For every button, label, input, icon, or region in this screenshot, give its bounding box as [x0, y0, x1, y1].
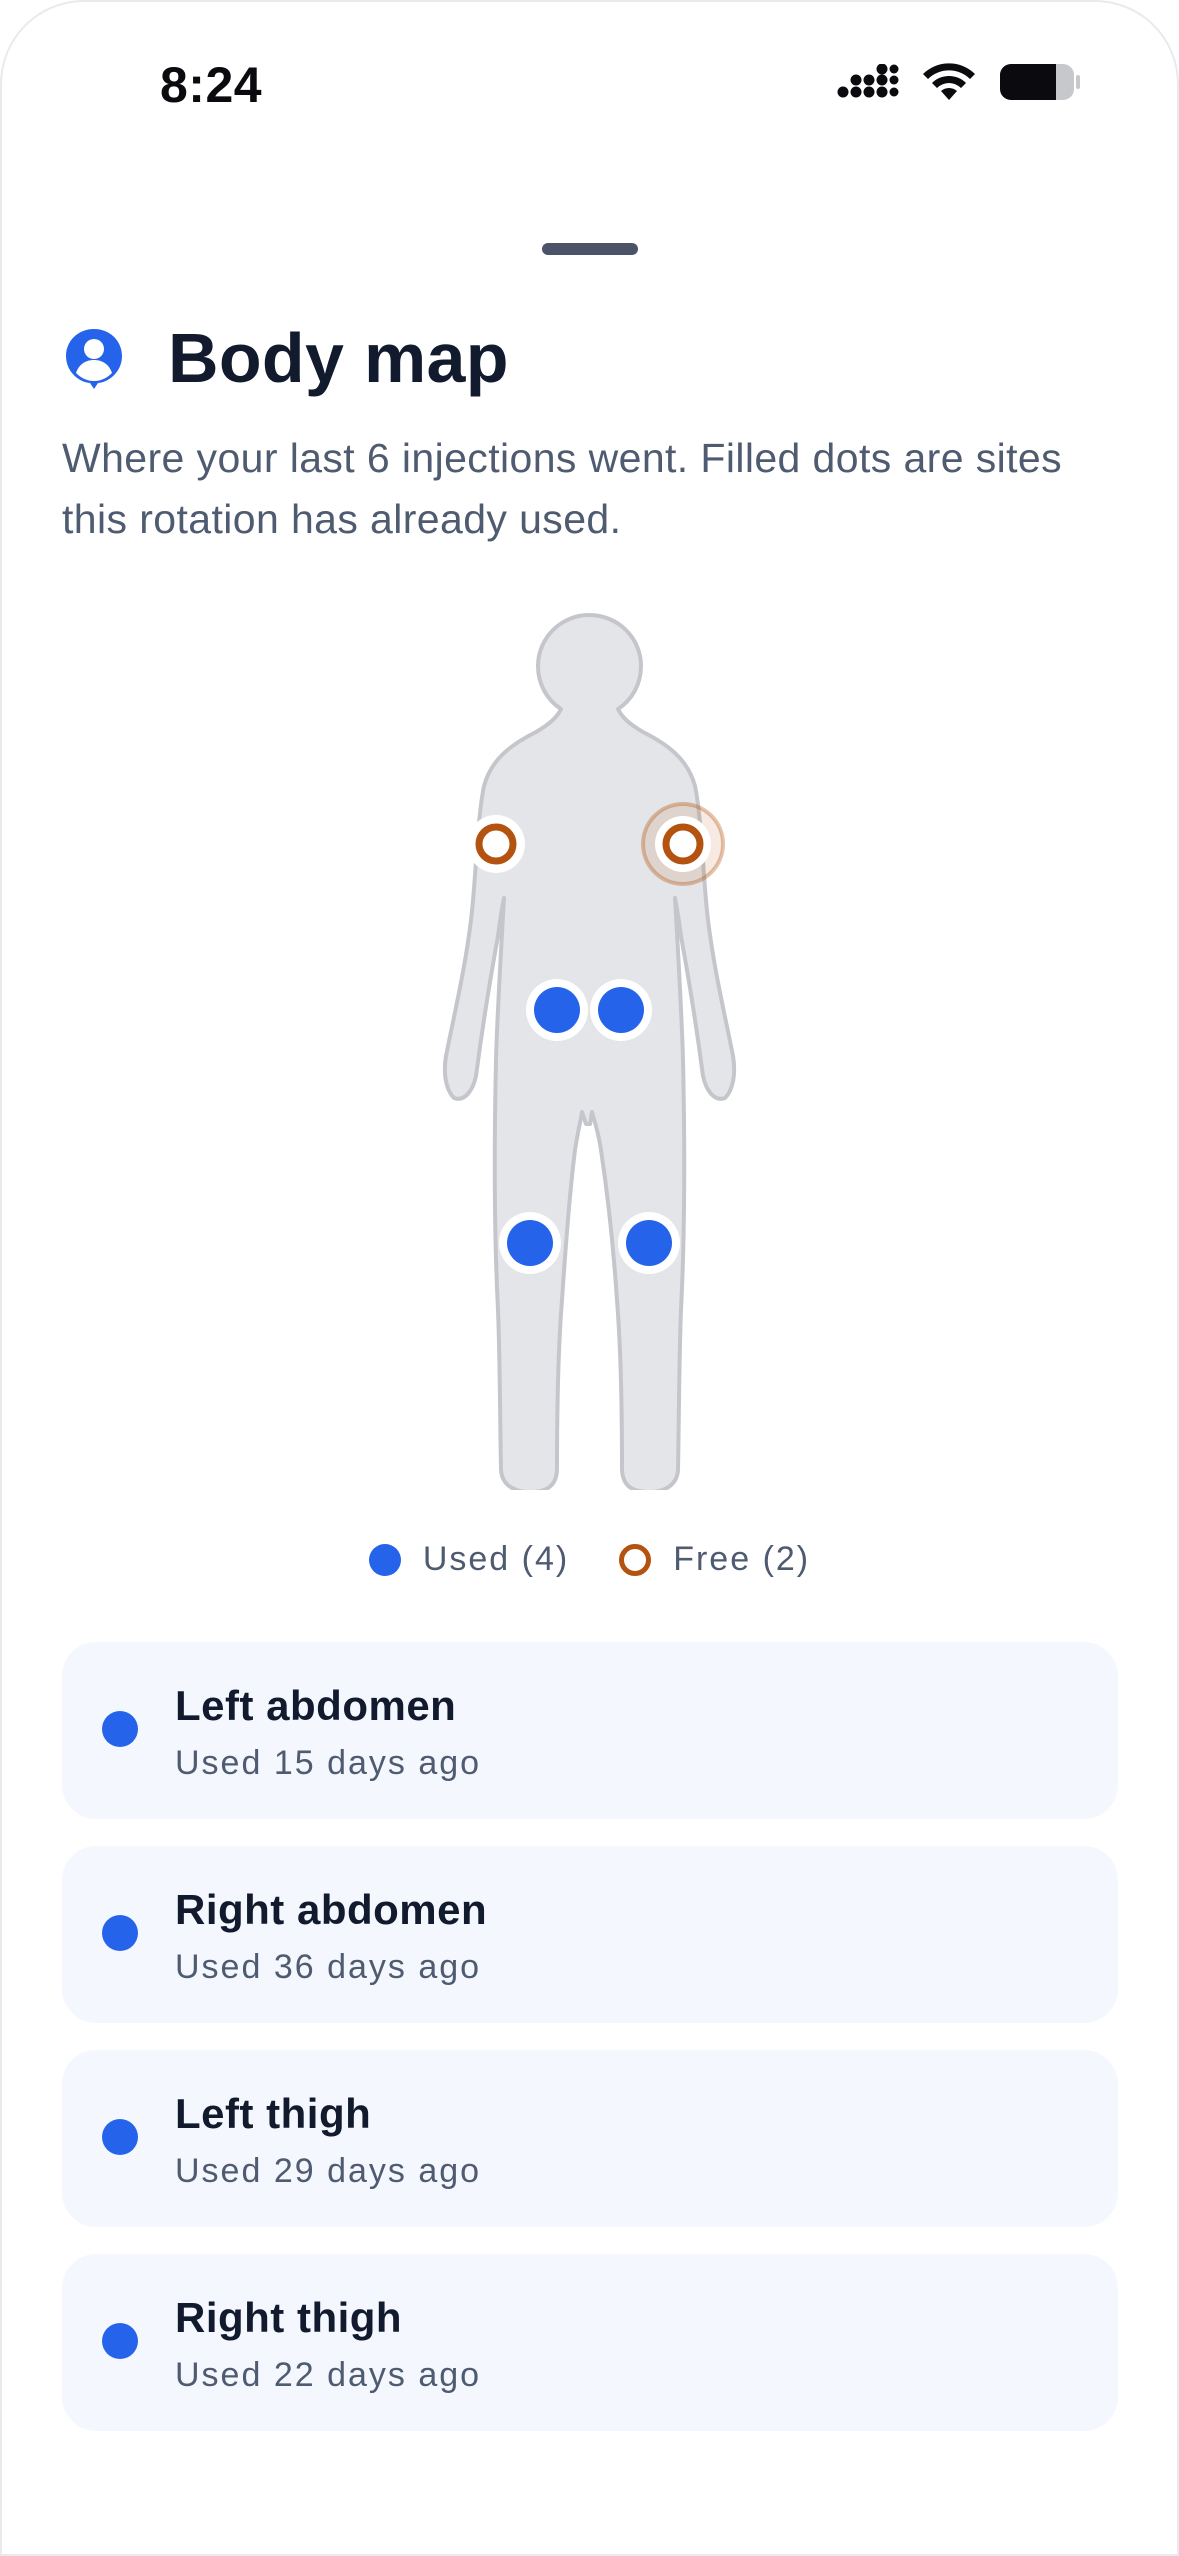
- site-marker-left-abdomen[interactable]: [526, 979, 588, 1041]
- body-map-sheet: 8:24 Body map Where your last 6 injectio…: [0, 0, 1179, 2556]
- site-card-left-abdomen[interactable]: Left abdomen Used 15 days ago: [62, 1642, 1118, 1819]
- site-last-used: Used 15 days ago: [175, 1744, 482, 1782]
- legend: Used (4) Free (2): [0, 1540, 1179, 1579]
- wifi-icon: [923, 63, 975, 100]
- used-dot-icon: [102, 2119, 138, 2155]
- status-bar: 8:24: [0, 0, 1179, 170]
- site-marker-right-abdomen[interactable]: [590, 979, 652, 1041]
- site-name: Left abdomen: [175, 1682, 457, 1729]
- body-map: [0, 590, 1179, 1490]
- used-dot-icon: [368, 1543, 401, 1576]
- site-marker-left-arm[interactable]: [467, 815, 525, 873]
- person-pin-icon: [66, 329, 122, 389]
- site-name: Right thigh: [175, 2294, 403, 2341]
- site-list: Left abdomen Used 15 days ago Right abdo…: [62, 1642, 1118, 2431]
- legend-used: Used (4): [368, 1540, 570, 1579]
- site-marker-left-thigh[interactable]: [499, 1212, 561, 1274]
- page-subtitle: Where your last 6 injections went. Fille…: [62, 435, 1062, 542]
- header: Body map: [62, 318, 509, 398]
- free-ring-icon: [619, 1543, 652, 1576]
- legend-used-label: Used (4): [422, 1540, 570, 1578]
- status-time: 8:24: [160, 57, 263, 113]
- sheet-grabber[interactable]: [542, 243, 638, 255]
- cellular-signal-icon: [837, 64, 899, 98]
- used-dot-icon: [102, 1915, 138, 1951]
- site-card-right-thigh[interactable]: Right thigh Used 22 days ago: [62, 2254, 1118, 2431]
- site-marker-right-arm[interactable]: [641, 802, 725, 886]
- site-last-used: Used 29 days ago: [175, 2152, 482, 2190]
- legend-free: Free (2): [619, 1540, 810, 1579]
- site-name: Right abdomen: [175, 1886, 488, 1933]
- body-silhouette: [442, 613, 737, 1490]
- site-last-used: Used 22 days ago: [175, 2356, 482, 2394]
- site-card-right-abdomen[interactable]: Right abdomen Used 36 days ago: [62, 1846, 1118, 2023]
- battery-icon: [1000, 64, 1080, 100]
- legend-free-label: Free (2): [673, 1540, 811, 1578]
- page-title: Body map: [168, 319, 509, 397]
- site-name: Left thigh: [175, 2090, 372, 2137]
- site-last-used: Used 36 days ago: [175, 1948, 482, 1986]
- site-marker-right-thigh[interactable]: [618, 1212, 680, 1274]
- site-card-left-thigh[interactable]: Left thigh Used 29 days ago: [62, 2050, 1118, 2227]
- status-icons: [837, 62, 1081, 102]
- used-dot-icon: [102, 1711, 138, 1747]
- used-dot-icon: [102, 2323, 138, 2359]
